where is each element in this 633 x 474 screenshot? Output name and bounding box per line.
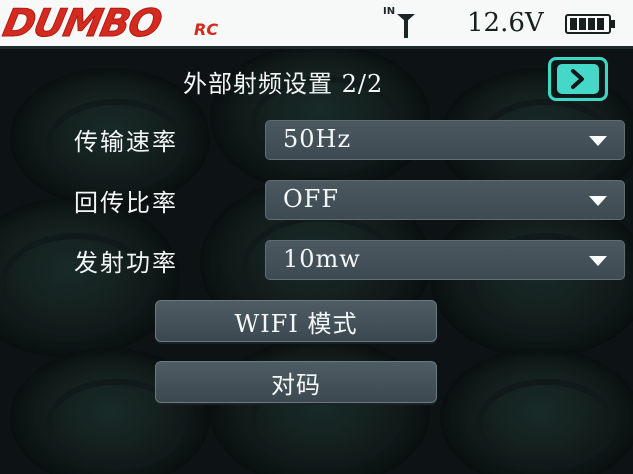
page-title: 外部射频设置 2/2 — [183, 70, 384, 98]
tx-power-label: 发射功率 — [74, 249, 178, 277]
dropdown-arrow-icon — [589, 196, 607, 206]
transmission-rate-label: 传输速率 — [74, 128, 178, 156]
voltage-readout: 12.6V — [467, 8, 544, 38]
tx-power-select[interactable]: 10mw — [265, 240, 625, 280]
wifi-mode-button[interactable]: WIFI 模式 — [155, 300, 437, 342]
status-bar: DUMBO RC IN 12.6V — [0, 0, 633, 49]
telemetry-ratio-value: OFF — [283, 185, 339, 213]
logo-sub: RC — [194, 20, 219, 39]
dropdown-arrow-icon — [589, 136, 607, 146]
battery-icon — [565, 14, 617, 34]
tx-power-value: 10mw — [283, 245, 361, 273]
logo-text: DUMBO — [0, 1, 166, 46]
antenna-icon: IN — [383, 6, 423, 40]
telemetry-ratio-select[interactable]: OFF — [265, 180, 625, 220]
transmission-rate-value: 50Hz — [283, 125, 352, 153]
telemetry-ratio-label: 回传比率 — [74, 189, 178, 217]
transmission-rate-select[interactable]: 50Hz — [265, 120, 625, 160]
dropdown-arrow-icon — [589, 256, 607, 266]
bind-button[interactable]: 对码 — [155, 361, 437, 403]
brand-logo: DUMBO RC — [0, 1, 234, 46]
chevron-right-icon — [557, 64, 599, 94]
next-page-button[interactable] — [548, 57, 608, 101]
